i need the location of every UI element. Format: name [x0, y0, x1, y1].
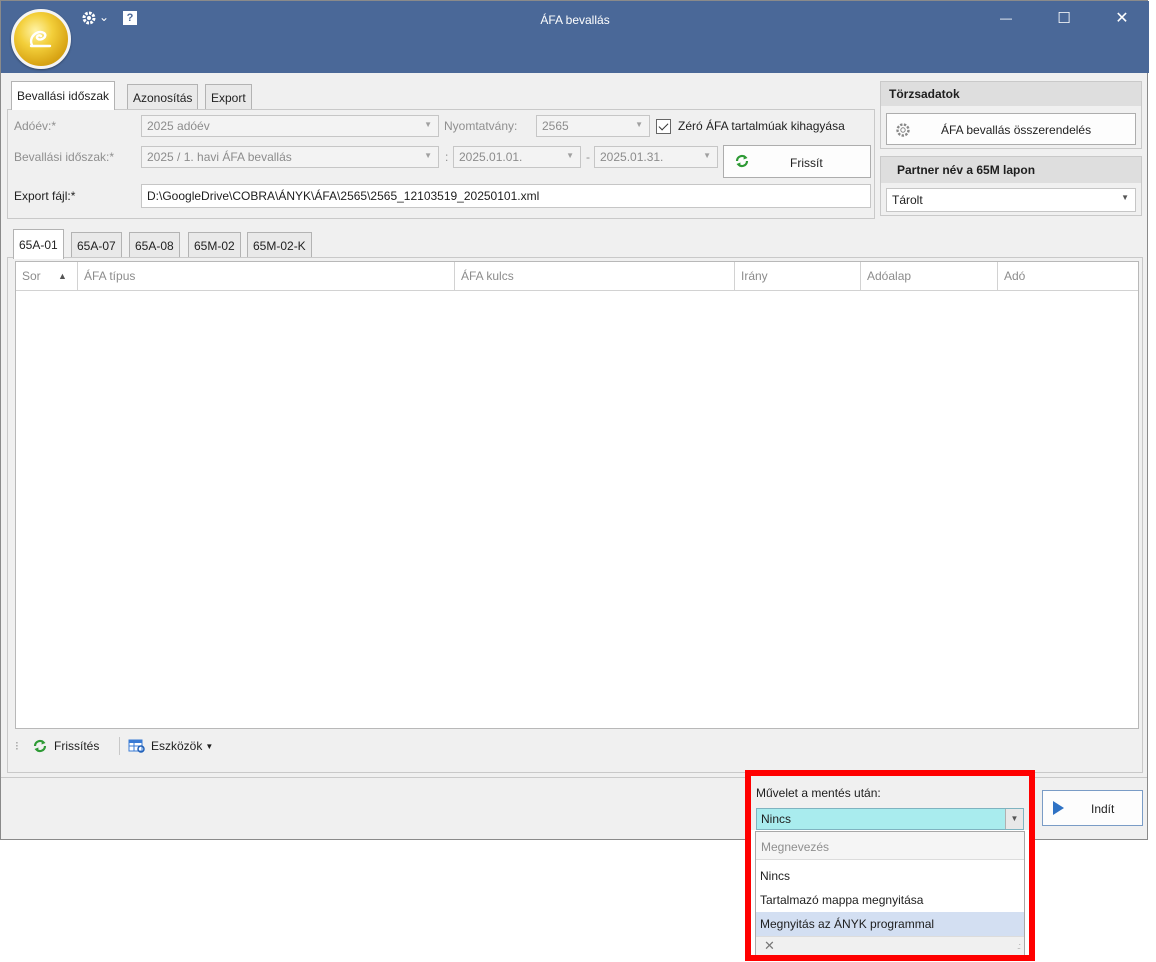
column-header-ado[interactable]: Adó — [998, 262, 1138, 290]
option-nincs[interactable]: Nincs — [756, 864, 1024, 888]
zero-afa-checkbox[interactable] — [656, 119, 671, 134]
period-panel: Adóév:* 2025 adóév ▼ Nyomtatvány: 2565 ▼… — [7, 109, 875, 219]
tab-65a-07[interactable]: 65A-07 — [71, 232, 122, 258]
after-save-area: Művelet a mentés után: Nincs ▼ — [751, 776, 1029, 830]
window-title: ÁFA bevallás — [540, 13, 610, 27]
minimize-button[interactable]: — — [983, 1, 1029, 35]
data-grid[interactable]: Sor ▲ ÁFA típus ÁFA kulcs Irány Adóalap … — [15, 261, 1139, 729]
play-icon — [1053, 801, 1064, 815]
grid-header: Sor ▲ ÁFA típus ÁFA kulcs Irány Adóalap … — [16, 262, 1138, 291]
date-to-picker[interactable]: 2025.01.31. ▼ — [594, 146, 718, 168]
date-to-value: 2025.01.31. — [600, 150, 664, 164]
chevron-down-icon: ▼ — [424, 151, 432, 160]
partner-panel: Partner név a 65M lapon Tárolt ▼ — [880, 156, 1142, 216]
sort-ascending-icon: ▲ — [58, 271, 67, 281]
tools-dropdown-button[interactable]: Eszközök ▼ — [128, 735, 213, 757]
tab-65m-02-k[interactable]: 65M-02-K — [247, 232, 312, 258]
afa-window: ⌄ ? ÁFA bevallás — ☐ ✕ Bevallási időszak… — [0, 0, 1149, 840]
adoev-select[interactable]: 2025 adóév ▼ — [141, 115, 439, 137]
sheet-panel: Sor ▲ ÁFA típus ÁFA kulcs Irány Adóalap … — [7, 257, 1143, 773]
refresh-icon — [33, 739, 47, 753]
date-from-value: 2025.01.01. — [459, 150, 523, 164]
tab-bevallasi-idoszak[interactable]: Bevallási időszak — [11, 81, 116, 110]
grid-refresh-label: Frissítés — [54, 739, 100, 753]
idoszak-select[interactable]: 2025 / 1. havi ÁFA bevallás ▼ — [141, 146, 439, 168]
highlight-frame: Művelet a mentés után: Nincs ▼ Megnevezé… — [745, 770, 1035, 961]
grid-refresh-button[interactable]: Frissítés — [32, 735, 99, 757]
chevron-down-icon[interactable]: ▼ — [1005, 809, 1023, 829]
start-button[interactable]: Indít — [1042, 790, 1143, 826]
chevron-down-icon: ▼ — [703, 151, 711, 160]
column-header-afa-tipus[interactable]: ÁFA típus — [78, 262, 455, 290]
popup-column-header: Megnevezés — [756, 832, 1024, 860]
nyomtatvany-label: Nyomtatvány: — [444, 119, 518, 133]
zero-afa-label[interactable]: Zéró ÁFA tartalmúak kihagyása — [678, 119, 845, 133]
idoszak-label: Bevallási időszak:* — [14, 150, 115, 164]
export-label: Export fájl:* — [14, 189, 76, 203]
column-header-irany[interactable]: Irány — [735, 262, 861, 290]
popup-footer: ✕ .: — [756, 936, 1024, 955]
option-tartalmazo-mappa[interactable]: Tartalmazó mappa megnyitása — [756, 888, 1024, 912]
maximize-button[interactable]: ☐ — [1041, 1, 1087, 35]
tab-65a-08[interactable]: 65A-08 — [129, 232, 180, 258]
idoszak-value: 2025 / 1. havi ÁFA bevallás — [147, 150, 292, 164]
start-button-label: Indít — [1091, 802, 1115, 816]
nyomtatvany-select[interactable]: 2565 ▼ — [536, 115, 650, 137]
title-bar: ⌄ ? ÁFA bevallás — ☐ ✕ — [1, 1, 1149, 73]
refresh-button-label: Frissít — [790, 156, 823, 170]
clear-icon[interactable]: ✕ — [764, 938, 775, 954]
tools-label: Eszközök — [151, 739, 203, 753]
toolbar-separator — [119, 737, 120, 755]
toolbar-grip-icon: ⁝ — [15, 739, 19, 753]
after-save-popup: Megnevezés Nincs Tartalmazó mappa megnyi… — [755, 831, 1025, 955]
tab-65m-02[interactable]: 65M-02 — [188, 232, 241, 258]
after-save-selected: Nincs — [761, 812, 792, 826]
chevron-down-icon: ▼ — [1121, 193, 1129, 202]
tab-export[interactable]: Export — [205, 84, 252, 110]
after-save-select[interactable]: Nincs ▼ — [756, 808, 1024, 830]
torzsadatok-panel: Törzsadatok ÁFA bevallás összerendelés — [880, 81, 1142, 149]
colon-separator: : — [445, 150, 449, 164]
partner-select[interactable]: Tárolt ▼ — [886, 188, 1136, 212]
caret-down-icon: ▼ — [205, 741, 214, 751]
adoev-label: Adóév:* — [14, 119, 57, 133]
chevron-down-icon: ▼ — [635, 120, 643, 129]
chevron-down-icon: ▼ — [566, 151, 574, 160]
tools-grid-icon — [128, 739, 145, 753]
dash-separator: - — [586, 150, 590, 164]
close-button[interactable]: ✕ — [1099, 1, 1145, 35]
afa-osszerendeles-label: ÁFA bevallás összerendelés — [941, 123, 1092, 137]
resize-grip-icon[interactable]: .: — [1017, 941, 1021, 951]
partner-value: Tárolt — [892, 193, 923, 207]
column-header-adoalap[interactable]: Adóalap — [861, 262, 998, 290]
export-file-input[interactable]: D:\GoogleDrive\COBRA\ÁNYK\ÁFA\2565\2565_… — [141, 184, 871, 208]
column-header-afa-kulcs[interactable]: ÁFA kulcs — [455, 262, 735, 290]
gear-icon — [895, 122, 911, 141]
column-header-sor[interactable]: Sor ▲ — [16, 262, 78, 290]
nyomtatvany-value: 2565 — [542, 119, 569, 133]
date-from-picker[interactable]: 2025.01.01. ▼ — [453, 146, 581, 168]
snake-logo-icon — [29, 30, 52, 48]
chevron-down-icon: ▼ — [424, 120, 432, 129]
option-anyk-megnyitas[interactable]: Megnyitás az ÁNYK programmal — [756, 912, 1024, 936]
afa-osszerendeles-button[interactable]: ÁFA bevallás összerendelés — [886, 113, 1136, 145]
refresh-icon — [734, 153, 750, 172]
torzsadatok-header: Törzsadatok — [881, 82, 1141, 106]
tab-azonositas[interactable]: Azonosítás — [127, 84, 199, 110]
adoev-value: 2025 adóév — [147, 119, 210, 133]
tab-65a-01[interactable]: 65A-01 — [13, 229, 64, 259]
refresh-button[interactable]: Frissít — [723, 145, 871, 178]
after-save-label: Művelet a mentés után: — [756, 786, 881, 800]
partner-header: Partner név a 65M lapon — [881, 157, 1141, 183]
